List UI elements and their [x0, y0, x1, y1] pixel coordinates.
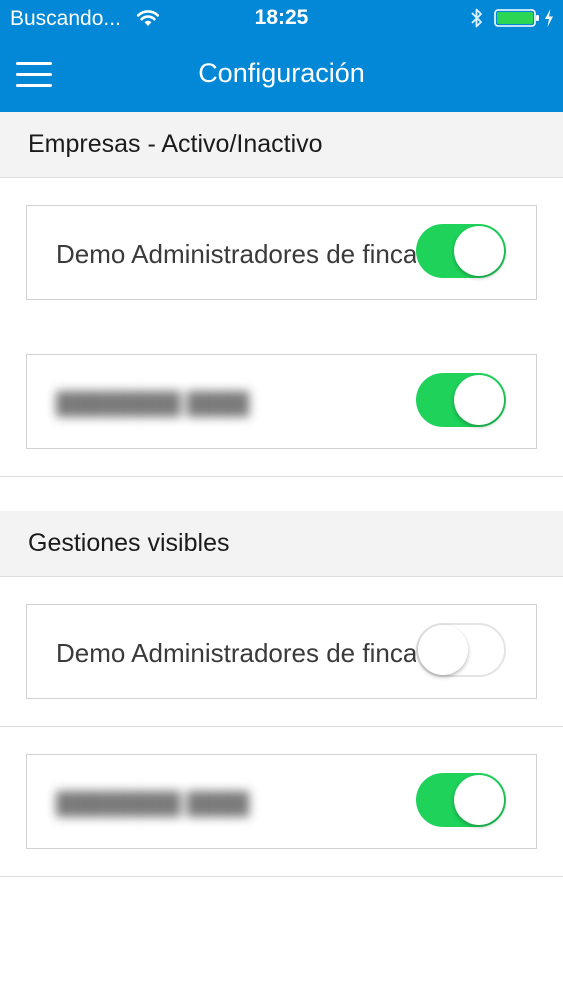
company-name-label: Demo Administradores de fincas — [56, 239, 416, 269]
company-active-toggle[interactable] — [416, 224, 506, 278]
list-item: Demo Administradores de fincas — [0, 577, 563, 727]
setting-card: ████████ ████ — [26, 754, 537, 849]
settings-screen: Buscando... 18:25 Configuración Empresas… — [0, 0, 563, 1000]
section-header-gestiones: Gestiones visibles — [0, 511, 563, 577]
blurred-company-name-label: ████████ ████ — [56, 391, 250, 416]
setting-card: Demo Administradores de fincas — [26, 205, 537, 300]
section-title: Gestiones visibles — [28, 529, 230, 557]
top-bar: Buscando... 18:25 Configuración — [0, 0, 563, 112]
charge-icon — [545, 9, 553, 27]
section-header-empresas: Empresas - Activo/Inactivo — [0, 112, 563, 178]
setting-card: Demo Administradores de fincas — [26, 604, 537, 699]
company-active-toggle[interactable] — [416, 373, 506, 427]
page-title: Configuración — [198, 58, 365, 88]
status-bar: Buscando... 18:25 — [0, 0, 563, 38]
list-item: ████████ ████ — [0, 327, 563, 477]
section-title: Empresas - Activo/Inactivo — [28, 130, 323, 158]
battery-icon — [494, 9, 539, 27]
list-item: Demo Administradores de fincas — [0, 178, 563, 328]
visible-management-toggle[interactable] — [416, 773, 506, 827]
blurred-company-name-label: ████████ ████ — [56, 791, 250, 816]
navigation-bar: Configuración — [0, 38, 563, 112]
bluetooth-icon — [471, 8, 482, 28]
section-spacer — [0, 477, 563, 511]
visible-management-toggle[interactable] — [416, 623, 506, 677]
company-name-label: Demo Administradores de fincas — [56, 638, 416, 668]
list-item: ████████ ████ — [0, 727, 563, 877]
setting-card: ████████ ████ — [26, 354, 537, 449]
